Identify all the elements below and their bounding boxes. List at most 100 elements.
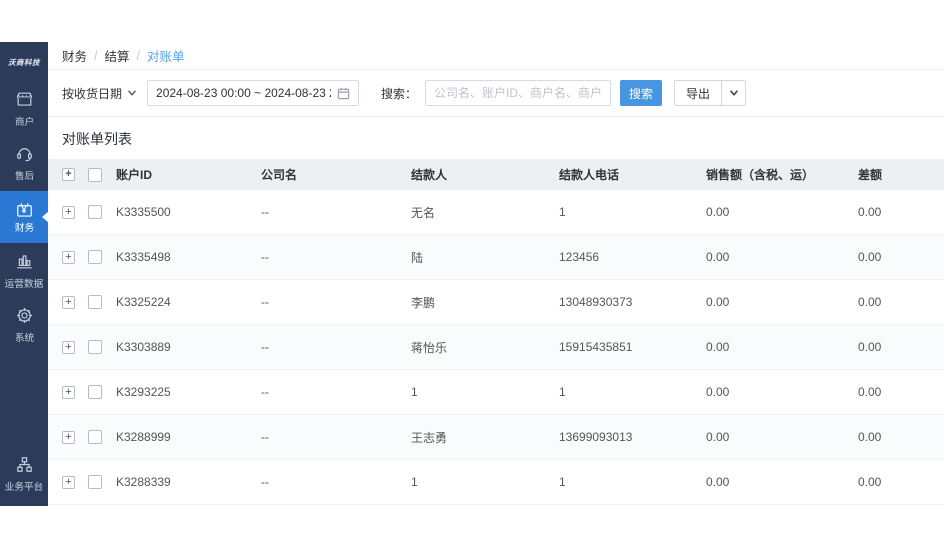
export-button-group: 导出 [674,80,747,106]
sidebar-item-finance[interactable]: ¥ 财务 [0,191,49,243]
expand-row-button[interactable]: + [62,430,75,444]
storefront-icon [15,90,34,114]
expand-row-button[interactable]: + [62,385,75,399]
date-range-picker[interactable] [147,80,360,106]
search-input[interactable] [425,80,612,106]
date-range-input[interactable] [156,86,332,100]
org-network-icon [15,455,34,479]
search-label: 搜索： [381,86,418,101]
row-checkbox[interactable] [88,475,102,489]
logo: 沃商科技 [8,57,40,67]
column-header: 公司名 [261,168,298,182]
select-all-checkbox[interactable] [88,167,102,182]
breadcrumb-item-finance[interactable]: 财务 [62,46,87,65]
main-content: 财务 / 结算 / 对账单 按收货日期 搜索： 搜索 导出 [48,42,944,506]
table-body: + K3335500 -- 无名 1 0.00 0.00 + K3335498 … [48,190,944,505]
cell-account-id: K3335498 [116,250,171,264]
cell-payee: 无名 [411,205,436,220]
cell-sales-amount: 0.00 [706,430,730,444]
sidebar-item-label: 售后 [14,170,34,182]
expand-row-button[interactable]: + [62,475,75,489]
cell-difference: 0.00 [858,250,882,264]
headset-icon [15,144,34,168]
column-header: 结款人电话 [559,168,620,182]
sidebar-item-system[interactable]: 系统 [0,299,48,351]
sidebar-item-aftersales[interactable]: 售后 [0,137,48,189]
cell-difference: 0.00 [858,385,882,399]
cell-account-id: K3293225 [116,385,171,399]
cell-payee: 1 [411,475,418,489]
export-button[interactable]: 导出 [675,81,722,105]
cell-payee-phone: 13048930373 [559,295,633,309]
cell-difference: 0.00 [858,475,882,489]
cell-difference: 0.00 [858,295,882,309]
cell-company-name: -- [261,475,269,489]
cell-payee-phone: 1 [559,475,566,489]
export-dropdown-toggle[interactable] [721,81,746,105]
cell-company-name: -- [261,385,269,399]
cell-account-id: K3325224 [116,295,171,309]
cell-sales-amount: 0.00 [706,250,730,264]
sidebar-item-label: 业务平台 [4,481,44,493]
table-row: + K3303889 -- 蒋怡乐 15915435851 0.00 0.00 [48,325,944,370]
table-row: + K3335500 -- 无名 1 0.00 0.00 [48,190,944,235]
cell-company-name: -- [261,340,269,354]
row-checkbox[interactable] [88,430,102,444]
expand-row-button[interactable]: + [62,295,75,309]
row-checkbox[interactable] [88,205,102,219]
column-header: 销售额（含税、运） [706,168,815,182]
row-checkbox[interactable] [88,250,102,264]
column-header: 账户ID [116,168,153,182]
row-checkbox[interactable] [88,385,102,399]
bar-chart-icon [15,252,34,276]
cell-account-id: K3288999 [116,430,171,444]
sidebar-item-business-platform[interactable]: 业务平台 [0,448,48,500]
statement-table: + 账户ID 公司名 结款人 结款人电话 销售额（含税、运） 差额 + K333… [48,159,944,505]
table-row: + K3288339 -- 1 1 0.00 0.00 [48,460,944,505]
breadcrumb-separator: / [94,48,98,63]
cell-company-name: -- [261,430,269,444]
date-type-select[interactable]: 按收货日期 [62,85,137,102]
cell-company-name: -- [261,250,269,264]
chevron-down-icon [729,90,738,96]
gear-icon [15,306,34,330]
chevron-down-icon [128,90,136,96]
sidebar-item-merchant[interactable]: 商户 [0,83,48,135]
cell-company-name: -- [261,295,269,309]
cell-payee-phone: 123456 [559,250,600,264]
calendar-icon [337,87,350,99]
cell-account-id: K3335500 [116,205,171,219]
expand-row-button[interactable]: + [62,205,75,219]
cell-account-id: K3303889 [116,340,171,354]
sidebar-item-label: 商户 [14,116,34,128]
table-row: + K3288999 -- 王志勇 13699093013 0.00 0.00 [48,415,944,460]
filter-bar: 按收货日期 搜索： 搜索 导出 [48,70,944,117]
sidebar: 沃商科技 商户 售后 ¥ 财务 运营数据 系统 业务平台 [0,42,49,506]
cell-company-name: -- [261,205,269,219]
row-checkbox[interactable] [88,340,102,354]
cell-account-id: K3288339 [116,475,171,489]
sidebar-item-operations-data[interactable]: 运营数据 [0,245,48,297]
cell-difference: 0.00 [858,430,882,444]
expand-all-button[interactable]: + [62,168,75,181]
cell-sales-amount: 0.00 [706,205,730,219]
sidebar-item-label: 运营数据 [4,278,44,290]
cell-sales-amount: 0.00 [706,295,730,309]
date-type-label: 按收货日期 [62,86,123,101]
cell-payee-phone: 13699093013 [559,430,633,444]
sidebar-item-label: 财务 [14,222,34,234]
page: 沃商科技 商户 售后 ¥ 财务 运营数据 系统 业务平台 财务 / 结算 / 对… [0,0,944,545]
search-button[interactable]: 搜索 [620,80,663,106]
expand-row-button[interactable]: + [62,250,75,264]
table-row: + K3293225 -- 1 1 0.00 0.00 [48,370,944,415]
cell-payee-phone: 15915435851 [559,340,633,354]
table-header: + 账户ID 公司名 结款人 结款人电话 销售额（含税、运） 差额 [48,159,944,190]
expand-row-button[interactable]: + [62,340,75,354]
breadcrumb-item-settlement[interactable]: 结算 [105,46,130,65]
row-checkbox[interactable] [88,295,102,309]
sidebar-item-label: 系统 [14,332,34,344]
cell-payee: 王志勇 [411,430,448,445]
cell-sales-amount: 0.00 [706,475,730,489]
table-row: + K3335498 -- 陆 123456 0.00 0.00 [48,235,944,280]
cell-sales-amount: 0.00 [706,385,730,399]
